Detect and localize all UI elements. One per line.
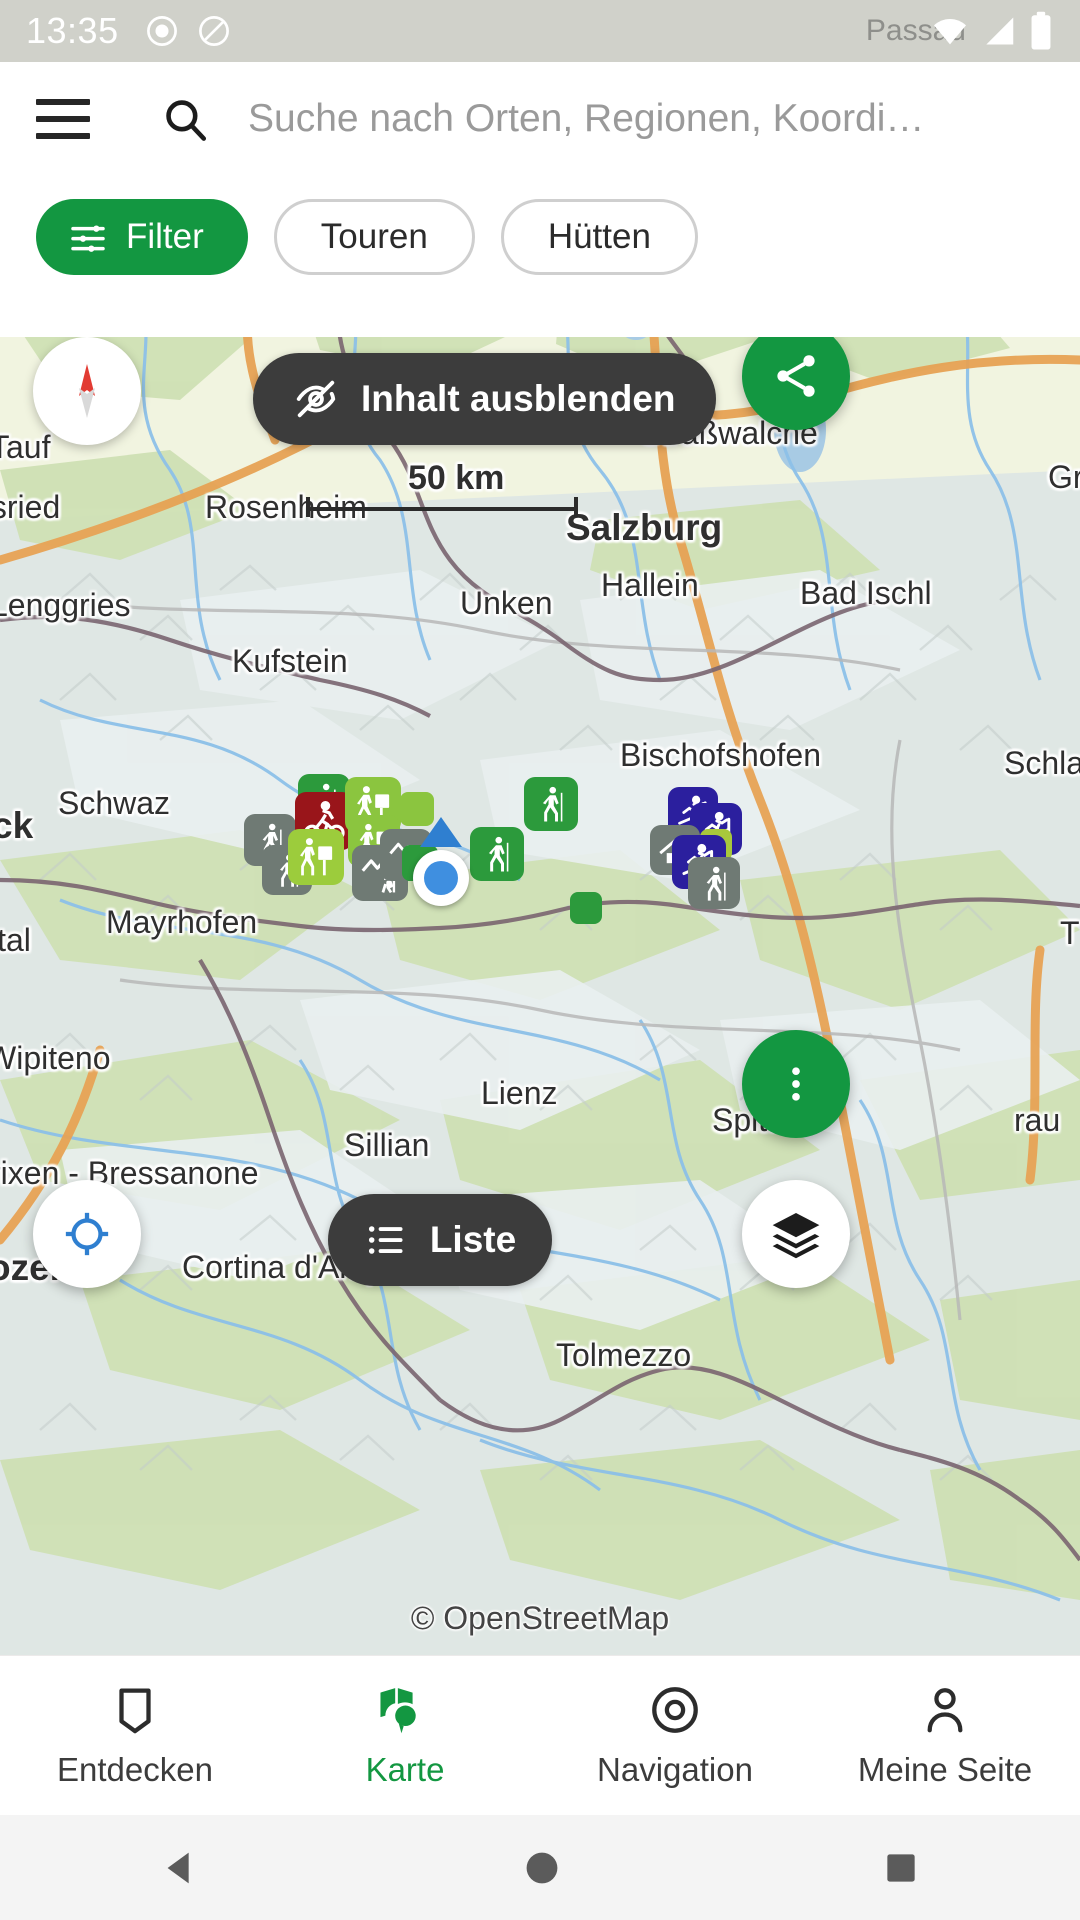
wifi-icon	[934, 19, 966, 45]
map-poi-marker[interactable]	[570, 892, 602, 924]
share-fab[interactable]	[742, 337, 850, 430]
map-place-label: Schladn	[1004, 745, 1080, 781]
layers-icon	[772, 1213, 820, 1259]
map-search-icon	[380, 1687, 416, 1733]
map-place-label: ck	[0, 805, 34, 846]
chip-filter[interactable]: Filter	[36, 199, 248, 275]
list-view-button[interactable]: Liste	[328, 1194, 552, 1286]
search-bar[interactable]: Suche nach Orten, Regionen, Koordi…	[0, 62, 1080, 176]
hiker-icon	[530, 783, 572, 825]
map-poi-marker[interactable]	[288, 829, 344, 885]
map-layers-fab[interactable]	[742, 1180, 850, 1288]
target-icon	[652, 1686, 698, 1733]
back-triangle-icon[interactable]	[158, 1845, 204, 1891]
map-poi-marker[interactable]	[688, 857, 740, 909]
map-more-options-fab[interactable]	[742, 1030, 850, 1138]
android-navigation-bar	[0, 1815, 1080, 1920]
nav-item-karte[interactable]: Karte	[270, 1656, 540, 1815]
home-circle-icon[interactable]	[520, 1846, 564, 1890]
map-place-label: Schwaz	[58, 785, 171, 821]
bookmark-icon	[119, 1688, 151, 1733]
cell-signal-icon	[986, 17, 1014, 45]
search-input[interactable]: Suche nach Orten, Regionen, Koordi…	[248, 97, 924, 141]
map-place-label: Hallein	[601, 567, 699, 603]
filter-chip-row: Filter Touren Hütten	[0, 182, 1080, 292]
person-icon	[927, 1687, 963, 1732]
hiker-icon	[694, 863, 735, 904]
map-place-label: rixen - Bressanone	[0, 1155, 259, 1191]
tune-icon	[71, 225, 105, 252]
map-scale-bar	[306, 497, 578, 517]
map-place-label: rau	[1014, 1102, 1061, 1138]
top-header-sheet: Suche nach Orten, Regionen, Koordi… Filt…	[0, 62, 1080, 337]
map-place-label: Bischofshofen	[620, 737, 822, 773]
nav-label-karte: Karte	[365, 1750, 445, 1788]
nav-item-navigation[interactable]: Navigation	[540, 1656, 810, 1815]
status-left-icons	[145, 14, 231, 48]
compass-needle-icon	[79, 364, 95, 418]
chip-touren-label: Touren	[320, 217, 428, 256]
map-place-label: Sillian	[344, 1127, 430, 1163]
battery-icon	[1031, 11, 1051, 50]
chip-huetten[interactable]: Hütten	[500, 199, 698, 275]
chip-filter-label: Filter	[126, 217, 204, 256]
map-place-label: Tauf	[0, 429, 51, 465]
status-right-icons: Passau	[866, 10, 1054, 52]
list-icon	[368, 1226, 403, 1254]
hide-content-label: Inhalt ausblenden	[361, 378, 676, 419]
share-icon	[777, 355, 815, 397]
map-place-label: Wipiteno	[0, 1040, 111, 1076]
locate-me-fab[interactable]	[33, 1180, 141, 1288]
map-place-label: T	[1060, 915, 1080, 951]
map-place-label: ital	[0, 922, 31, 958]
map-place-label: Lienz	[481, 1075, 558, 1111]
no-location-icon	[198, 16, 229, 46]
hamburger-menu-icon[interactable]	[36, 99, 90, 139]
status-time: 13:35	[26, 10, 119, 51]
heading-arrow-icon	[420, 817, 462, 847]
nav-item-entdecken[interactable]: Entdecken	[0, 1656, 270, 1815]
map-place-label: Tolmezzo	[556, 1337, 692, 1373]
nav-label-entdecken: Entdecken	[57, 1750, 213, 1788]
map-place-label: Mayrhofen	[106, 904, 258, 940]
compass-button[interactable]	[33, 337, 141, 445]
chip-huetten-label: Hütten	[547, 217, 651, 256]
map-viewport[interactable]: TauftsriedRosenheimStraßwalcheGrSalzburg…	[0, 337, 1080, 1655]
map-place-label: tsried	[0, 489, 61, 525]
map-attribution[interactable]: © OpenStreetMap	[0, 1600, 1080, 1637]
map-place-label: Kufstein	[232, 643, 348, 679]
hiker-icon	[476, 833, 518, 875]
nav-item-meine-seite[interactable]: Meine Seite	[810, 1656, 1080, 1815]
map-place-label: Lenggries	[0, 587, 131, 623]
map-place-label: Gr	[1048, 459, 1080, 495]
map-place-label: Bad Ischl	[800, 575, 932, 611]
current-location-dot	[413, 850, 469, 906]
nav-label-navigation: Navigation	[597, 1750, 753, 1788]
more-vert-icon	[792, 1067, 800, 1101]
recents-square-icon[interactable]	[880, 1847, 922, 1889]
hide-content-button[interactable]: Inhalt ausblenden	[253, 353, 716, 445]
status-bar: 13:35 Passau	[0, 0, 1080, 62]
map-poi-marker[interactable]	[470, 827, 524, 881]
list-view-label: Liste	[429, 1219, 517, 1260]
eye-off-icon	[296, 380, 336, 418]
search-icon[interactable]	[160, 94, 210, 144]
nav-label-meine-seite: Meine Seite	[857, 1750, 1033, 1788]
bottom-navigation-bar: Entdecken Karte Navigation Meine Seite	[0, 1655, 1080, 1815]
my-location-icon	[65, 1212, 109, 1256]
signpost-icon	[294, 835, 338, 879]
record-icon	[146, 16, 177, 46]
map-place-label: Unken	[460, 585, 553, 621]
map-poi-marker[interactable]	[524, 777, 578, 831]
app-root: TauftsriedRosenheimStraßwalcheGrSalzburg…	[0, 0, 1080, 1920]
chip-touren[interactable]: Touren	[273, 199, 475, 275]
